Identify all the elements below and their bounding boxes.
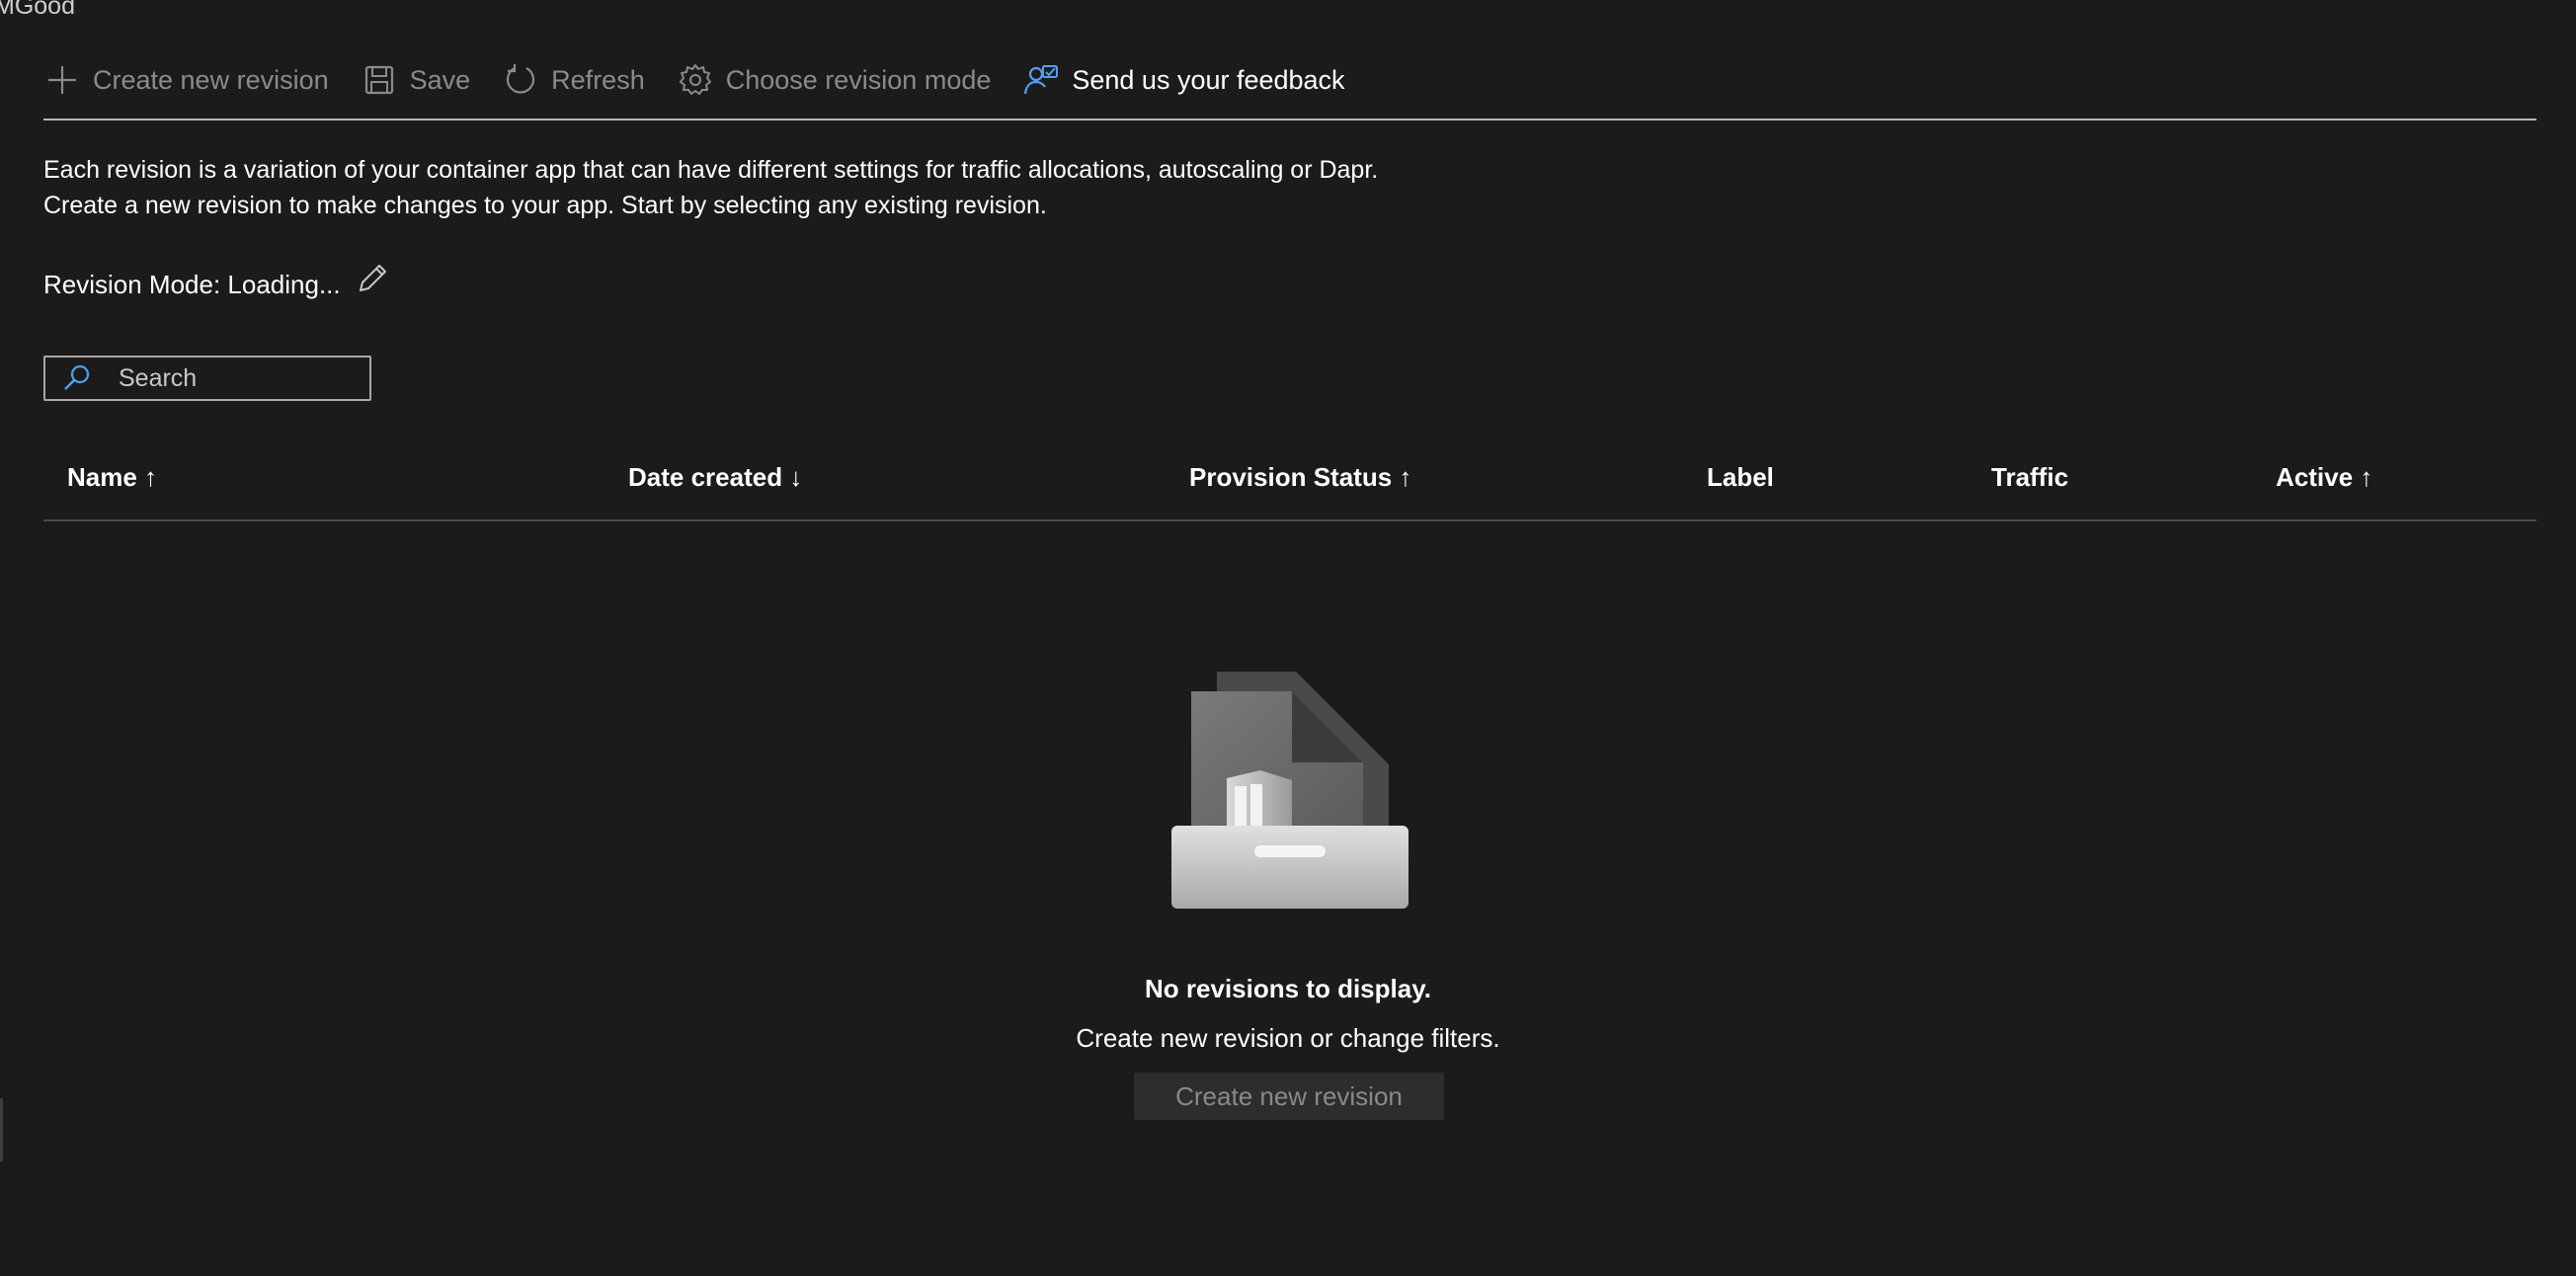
edit-pencil-icon[interactable]	[355, 261, 390, 296]
column-header-provision-status[interactable]: Provision Status ↑	[1189, 462, 1411, 493]
revision-mode: Revision Mode: Loading...	[43, 265, 390, 302]
choose-revision-mode-button[interactable]: Choose revision mode	[677, 49, 992, 111]
page-description: Each revision is a variation of your con…	[43, 152, 1378, 223]
sidebar-edge	[0, 1098, 3, 1161]
empty-box-illustration	[1169, 668, 1412, 911]
create-new-revision-button[interactable]: Create new revision	[43, 49, 329, 111]
column-header-traffic[interactable]: Traffic	[1991, 462, 2068, 493]
search-icon	[57, 359, 97, 398]
revisions-table-header: Name ↑ Date created ↓ Provision Status ↑…	[43, 444, 2536, 521]
empty-state-create-revision-button[interactable]: Create new revision	[1134, 1073, 1444, 1120]
description-line-2: Create a new revision to make changes to…	[43, 192, 1047, 219]
refresh-icon	[502, 61, 539, 99]
gear-icon	[677, 61, 714, 99]
empty-state-title: No revisions to display.	[1145, 974, 1431, 1003]
choose-revision-mode-label: Choose revision mode	[725, 64, 992, 95]
save-button[interactable]: Save	[361, 49, 471, 111]
window-title-fragment: MGood	[0, 0, 75, 20]
column-header-label[interactable]: Label	[1707, 462, 1774, 493]
column-header-active[interactable]: Active ↑	[2276, 462, 2373, 493]
save-icon	[361, 61, 398, 99]
create-new-revision-label: Create new revision	[93, 64, 329, 95]
command-bar: Create new revision Save Refresh Choose …	[43, 49, 2536, 120]
send-feedback-button[interactable]: Send us your feedback	[1022, 49, 1345, 111]
search-box[interactable]	[43, 356, 371, 401]
feedback-person-icon	[1022, 61, 1060, 99]
refresh-label: Refresh	[551, 64, 645, 95]
description-line-1: Each revision is a variation of your con…	[43, 156, 1379, 184]
column-header-name[interactable]: Name ↑	[67, 462, 157, 493]
column-header-date-created[interactable]: Date created ↓	[628, 462, 802, 493]
search-input[interactable]	[119, 363, 356, 393]
empty-state-subtitle: Create new revision or change filters.	[1076, 1023, 1500, 1053]
revision-mode-label: Revision Mode: Loading...	[43, 269, 341, 299]
save-label: Save	[409, 64, 471, 95]
plus-icon	[43, 61, 81, 99]
refresh-button[interactable]: Refresh	[502, 49, 645, 111]
send-feedback-label: Send us your feedback	[1072, 64, 1345, 95]
